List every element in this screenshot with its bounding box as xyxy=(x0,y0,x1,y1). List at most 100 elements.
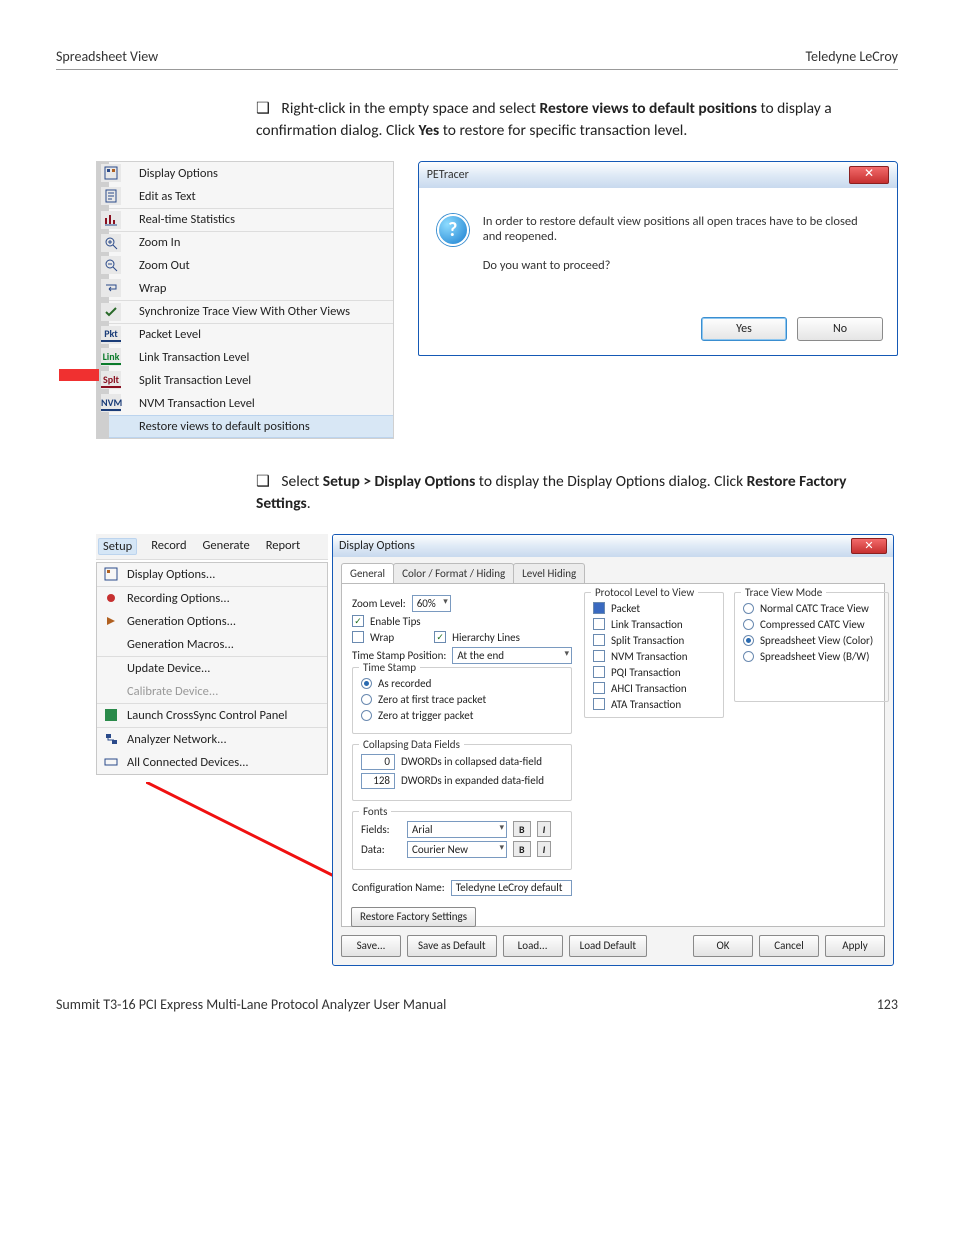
nvm-icon: NVM xyxy=(101,394,121,412)
fields-italic-button[interactable]: I xyxy=(537,821,552,837)
menu-generate[interactable]: Generate xyxy=(201,538,252,555)
menu-setup[interactable]: Setup xyxy=(98,538,137,555)
save-default-button[interactable]: Save as Default xyxy=(407,935,497,957)
pl-ahci-chk[interactable] xyxy=(593,682,605,694)
dlg2-close-button[interactable]: ✕ xyxy=(851,538,887,554)
tvm-0[interactable] xyxy=(743,603,754,614)
menu-generation-macros[interactable]: Generation Macros... xyxy=(97,633,327,656)
ctx-restore-views[interactable]: Restore views to default positions xyxy=(109,415,393,438)
ts-group: Time Stamp xyxy=(359,661,420,674)
fonts-group: Fonts xyxy=(359,805,391,818)
page-header-right: Teledyne LeCroy xyxy=(805,48,898,65)
ts-opt-1[interactable] xyxy=(361,694,372,705)
ctx-link-level[interactable]: Link Link Transaction Level xyxy=(109,346,393,369)
cfg-name-label: Configuration Name: xyxy=(352,881,445,894)
ctx-zoom-out[interactable]: Zoom Out xyxy=(109,254,393,277)
zoom-select[interactable]: 60% xyxy=(412,595,451,612)
menu-all-devices[interactable]: All Connected Devices... xyxy=(97,751,327,774)
ctx-edit-as-text[interactable]: Edit as Text xyxy=(109,185,393,208)
ctx-packet-level[interactable]: Pkt Packet Level xyxy=(109,323,393,346)
cfg-name-input[interactable]: Teledyne LeCroy default xyxy=(451,880,572,896)
zoom-in-icon xyxy=(101,234,121,252)
ctx-sync-views[interactable]: Synchronize Trace View With Other Views xyxy=(109,300,393,323)
page-header-left: Spreadsheet View xyxy=(56,48,158,65)
pl-ata-chk[interactable] xyxy=(593,698,605,710)
split-icon: Splt xyxy=(101,371,121,389)
tab-color[interactable]: Color / Format / Hiding xyxy=(393,563,514,583)
menu-update-device[interactable]: Update Device... xyxy=(97,656,327,680)
ts-opt-2[interactable] xyxy=(361,710,372,721)
ctx-realtime-stats[interactable]: Real-time Statistics xyxy=(109,208,393,231)
menu-crosssync[interactable]: Launch CrossSync Control Panel xyxy=(97,703,327,727)
tab-level-hiding[interactable]: Level Hiding xyxy=(513,563,585,583)
no-button[interactable]: No xyxy=(797,317,883,341)
tvm-3[interactable] xyxy=(743,651,754,662)
data-italic-button[interactable]: I xyxy=(537,841,552,857)
fields-bold-button[interactable]: B xyxy=(513,821,531,837)
ts-opt-0[interactable] xyxy=(361,678,372,689)
menu-report[interactable]: Report xyxy=(264,538,303,555)
zoom-label: Zoom Level: xyxy=(352,597,406,610)
apply-button[interactable]: Apply xyxy=(825,935,885,957)
enable-tips-checkbox[interactable]: ✓ xyxy=(352,615,364,627)
collapsing-group: Collapsing Data Fields xyxy=(359,738,464,751)
collapsed-dwords-input[interactable]: 0 xyxy=(361,754,395,770)
gen-icon xyxy=(101,612,121,630)
devices-icon xyxy=(101,753,121,771)
display-options-dialog: Display Options ✕ General Color / Format… xyxy=(332,534,894,966)
load-default-button[interactable]: Load Default xyxy=(569,935,648,957)
cancel-button[interactable]: Cancel xyxy=(759,935,819,957)
tvm-1[interactable] xyxy=(743,619,754,630)
pl-packet-chk[interactable] xyxy=(593,602,605,614)
menu-generation-options[interactable]: Generation Options... xyxy=(97,610,327,633)
network-icon xyxy=(101,730,121,748)
ctx-wrap[interactable]: Wrap xyxy=(109,277,393,300)
yes-button[interactable]: Yes xyxy=(701,317,787,341)
check-icon xyxy=(101,303,121,321)
menubar: Setup Record Generate Report xyxy=(96,534,328,560)
confirm-dialog: PETracer ✕ ? In order to restore default… xyxy=(418,161,898,356)
tab-general[interactable]: General xyxy=(341,563,394,583)
menu-recording-options[interactable]: Recording Options... xyxy=(97,586,327,610)
link-icon: Link xyxy=(101,348,121,366)
menu-display-options[interactable]: Display Options... xyxy=(97,563,327,586)
wrap-icon xyxy=(101,279,121,297)
stats-icon xyxy=(101,211,121,229)
ctx-split-level[interactable]: Splt Split Transaction Level xyxy=(109,369,393,392)
protocol-level-group: Protocol Level to View xyxy=(591,586,698,599)
load-button[interactable]: Load... xyxy=(503,935,563,957)
footer-left: Summit T3-16 PCI Express Multi-Lane Prot… xyxy=(56,996,446,1013)
fields-font-select[interactable]: Arial xyxy=(407,821,507,838)
ctx-display-options[interactable]: Display Options xyxy=(109,162,393,185)
hierarchy-checkbox[interactable]: ✓ xyxy=(434,631,446,643)
trace-view-mode-group: Trace View Mode xyxy=(741,586,826,599)
ctx-nvm-level[interactable]: NVM NVM Transaction Level xyxy=(109,392,393,415)
dialog-message-1: In order to restore default view positio… xyxy=(483,214,879,244)
menu-analyzer-network[interactable]: Analyzer Network... xyxy=(97,727,327,751)
ctx-zoom-in[interactable]: Zoom In xyxy=(109,231,393,254)
menu-record[interactable]: Record xyxy=(149,538,188,555)
dialog-message-2: Do you want to proceed? xyxy=(483,258,879,273)
cross-icon xyxy=(101,706,121,724)
restore-factory-button[interactable]: Restore Factory Settings xyxy=(351,907,476,927)
options-icon xyxy=(101,565,121,583)
instruction-2: ❑ Select Setup > Display Options to disp… xyxy=(256,471,898,516)
setup-dropdown: Display Options... Recording Options... … xyxy=(96,562,328,775)
pl-link-chk[interactable] xyxy=(593,618,605,630)
tvm-2[interactable] xyxy=(743,635,754,646)
pl-split-chk[interactable] xyxy=(593,634,605,646)
data-font-select[interactable]: Courier New xyxy=(407,841,507,858)
pl-pqi-chk[interactable] xyxy=(593,666,605,678)
ts-pos-select[interactable]: At the end xyxy=(452,647,572,664)
data-bold-button[interactable]: B xyxy=(513,841,531,857)
pl-nvm-chk[interactable] xyxy=(593,650,605,662)
ok-button[interactable]: OK xyxy=(693,935,753,957)
wrap-checkbox[interactable] xyxy=(352,631,364,643)
expanded-dwords-input[interactable]: 128 xyxy=(361,773,395,789)
edit-text-icon xyxy=(101,187,121,205)
dlg2-title: Display Options xyxy=(339,539,415,553)
instruction-1: ❑ Right-click in the empty space and sel… xyxy=(256,98,898,143)
close-button[interactable]: ✕ xyxy=(849,166,889,184)
save-button[interactable]: Save... xyxy=(341,935,401,957)
footer-page: 123 xyxy=(877,996,898,1013)
